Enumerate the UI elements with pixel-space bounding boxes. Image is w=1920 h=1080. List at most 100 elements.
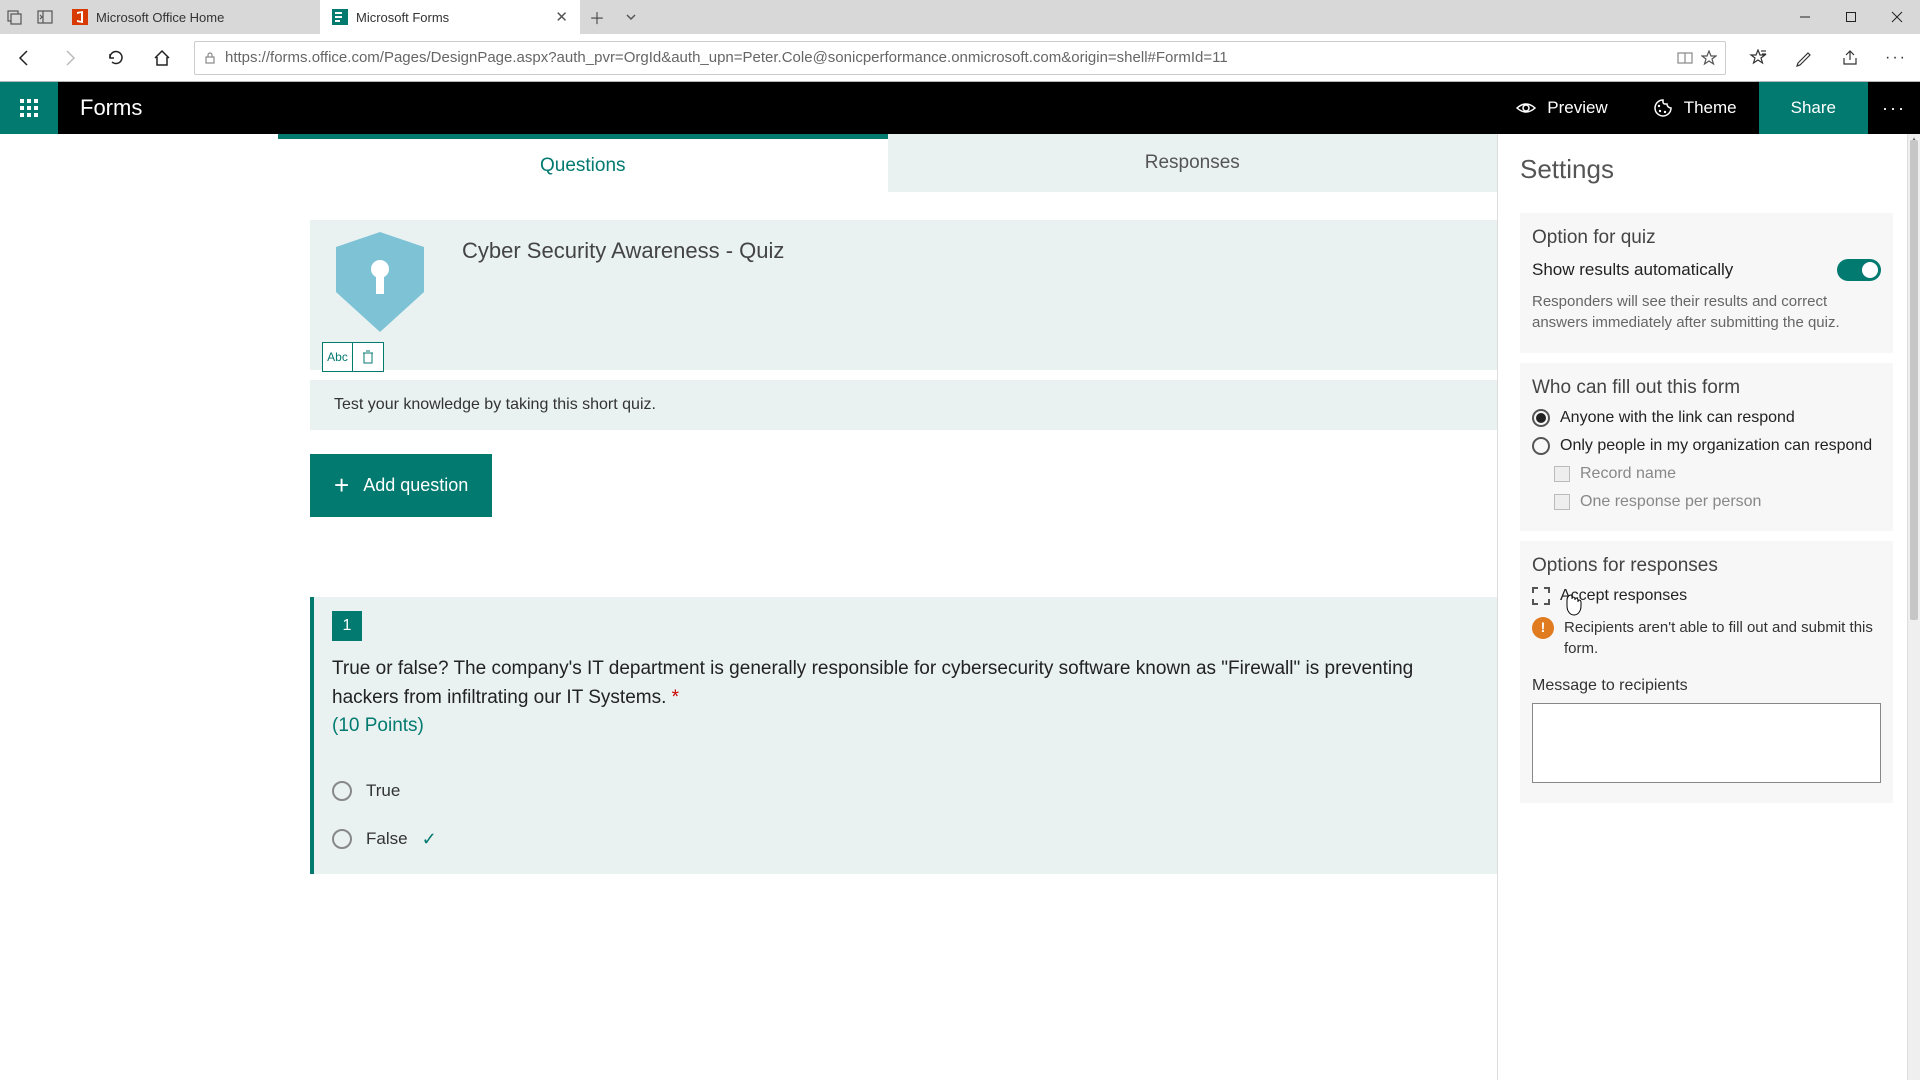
preview-label: Preview: [1547, 98, 1607, 118]
accept-responses-option[interactable]: Accept responses: [1532, 587, 1881, 605]
refresh-button[interactable]: [102, 44, 130, 72]
scrollbar-thumb[interactable]: [1910, 140, 1918, 620]
favorite-star-icon[interactable]: [1701, 50, 1717, 66]
back-button[interactable]: [10, 44, 38, 72]
window-minimize-button[interactable]: [1782, 0, 1828, 34]
image-delete-button[interactable]: [353, 343, 383, 371]
question-text: True or false? The company's IT departme…: [314, 641, 1497, 741]
responses-heading: Options for responses: [1532, 555, 1881, 577]
browser-more-icon[interactable]: ···: [1882, 44, 1910, 72]
theme-button[interactable]: Theme: [1630, 82, 1759, 134]
settings-group-quiz: Option for quiz Show results automatical…: [1520, 213, 1893, 353]
quiz-heading: Option for quiz: [1532, 227, 1881, 249]
tab-responses[interactable]: Responses: [888, 134, 1498, 192]
image-tools: Abc: [322, 342, 384, 372]
tab-title: Microsoft Office Home: [96, 10, 224, 25]
settings-title: Settings: [1498, 154, 1907, 203]
radio-icon: [332, 781, 352, 801]
required-marker: *: [672, 687, 679, 708]
who-anyone-option[interactable]: Anyone with the link can respond: [1532, 409, 1881, 427]
window-titlebar: Microsoft Office Home Microsoft Forms ✕ …: [0, 0, 1920, 34]
vertical-scrollbar[interactable]: ▴: [1907, 134, 1920, 1080]
image-alt-text-button[interactable]: Abc: [323, 343, 353, 371]
message-textarea[interactable]: [1532, 703, 1881, 783]
theme-label: Theme: [1684, 98, 1737, 118]
home-button[interactable]: [148, 44, 176, 72]
tab-responses-label: Responses: [1145, 152, 1240, 174]
address-bar[interactable]: https://forms.office.com/Pages/DesignPag…: [194, 41, 1726, 75]
answer-false[interactable]: False ✓: [332, 829, 1497, 850]
form-header-image: [336, 232, 424, 332]
one-response-label: One response per person: [1580, 493, 1761, 511]
add-question-label: Add question: [363, 475, 468, 496]
new-tab-button[interactable]: ＋: [580, 0, 614, 34]
checkbox-focused-icon: [1532, 587, 1550, 605]
question-body: True or false? The company's IT departme…: [332, 658, 1413, 708]
preview-button[interactable]: Preview: [1493, 82, 1629, 134]
form-title[interactable]: Cyber Security Awareness - Quiz: [450, 220, 802, 370]
settings-panel: Settings Option for quiz Show results au…: [1497, 134, 1907, 1080]
close-tab-icon[interactable]: ✕: [555, 8, 568, 26]
tab-questions[interactable]: Questions: [278, 134, 888, 192]
tab-actions-icon[interactable]: [4, 6, 26, 28]
who-heading: Who can fill out this form: [1532, 377, 1881, 399]
plus-icon: +: [334, 470, 349, 501]
who-org-option[interactable]: Only people in my organization can respo…: [1532, 437, 1881, 455]
add-question-button[interactable]: + Add question: [310, 454, 492, 517]
browser-tab-forms[interactable]: Microsoft Forms ✕: [320, 0, 580, 34]
forward-button: [56, 44, 84, 72]
theme-icon: [1652, 97, 1674, 119]
header-more-button[interactable]: ···: [1868, 82, 1920, 134]
reading-view-icon[interactable]: [1677, 50, 1693, 66]
forms-favicon: [332, 9, 348, 25]
accept-responses-label: Accept responses: [1560, 587, 1687, 605]
share-button[interactable]: Share: [1759, 82, 1868, 134]
tab-title: Microsoft Forms: [356, 10, 449, 25]
who-anyone-label: Anyone with the link can respond: [1560, 409, 1795, 427]
notes-icon[interactable]: [1790, 44, 1818, 72]
answer-label: False: [366, 829, 408, 849]
show-results-label: Show results automatically: [1532, 260, 1733, 280]
accept-responses-warning: ! Recipients aren't able to fill out and…: [1532, 617, 1881, 659]
url-text: https://forms.office.com/Pages/DesignPag…: [225, 49, 1669, 66]
question-points: (10 Points): [332, 715, 424, 736]
share-label: Share: [1791, 98, 1836, 118]
browser-toolbar: https://forms.office.com/Pages/DesignPag…: [0, 34, 1920, 82]
record-name-option: Record name: [1554, 465, 1881, 483]
checkbox-icon: [1554, 466, 1570, 482]
message-label: Message to recipients: [1532, 677, 1881, 695]
radio-selected-icon: [1532, 409, 1550, 427]
office-favicon: [72, 9, 88, 25]
show-results-hint: Responders will see their results and co…: [1532, 291, 1881, 333]
waffle-icon: [20, 99, 38, 117]
question-card-1[interactable]: 1 True or false? The company's IT depart…: [310, 597, 1497, 874]
tab-aside-icon[interactable]: [34, 6, 56, 28]
app-header: Forms Preview Theme Share ···: [0, 82, 1920, 134]
form-designer: Questions Responses Abc Cyber Security A…: [278, 134, 1497, 1080]
correct-check-icon: ✓: [422, 829, 437, 850]
question-number: 1: [332, 611, 362, 641]
tab-questions-label: Questions: [540, 155, 626, 177]
show-results-toggle[interactable]: [1837, 259, 1881, 281]
warning-icon: !: [1532, 617, 1554, 639]
window-maximize-button[interactable]: [1828, 0, 1874, 34]
answer-label: True: [366, 781, 400, 801]
tab-chevron-icon[interactable]: [614, 0, 648, 34]
app-name[interactable]: Forms: [58, 95, 164, 121]
radio-icon: [1532, 437, 1550, 455]
answer-true[interactable]: True: [332, 781, 1497, 801]
who-org-label: Only people in my organization can respo…: [1560, 437, 1872, 455]
one-response-option: One response per person: [1554, 493, 1881, 511]
warning-text: Recipients aren't able to fill out and s…: [1564, 617, 1881, 659]
preview-icon: [1515, 97, 1537, 119]
app-launcher-button[interactable]: [0, 82, 58, 134]
favorites-list-icon[interactable]: [1744, 44, 1772, 72]
form-header-card[interactable]: Abc Cyber Security Awareness - Quiz: [310, 220, 1497, 370]
settings-group-responses: Options for responses Accept responses !…: [1520, 541, 1893, 803]
form-description[interactable]: Test your knowledge by taking this short…: [310, 380, 1497, 430]
radio-icon: [332, 829, 352, 849]
window-close-button[interactable]: [1874, 0, 1920, 34]
checkbox-icon: [1554, 494, 1570, 510]
browser-tab-office-home[interactable]: Microsoft Office Home: [60, 0, 320, 34]
share-page-icon[interactable]: [1836, 44, 1864, 72]
